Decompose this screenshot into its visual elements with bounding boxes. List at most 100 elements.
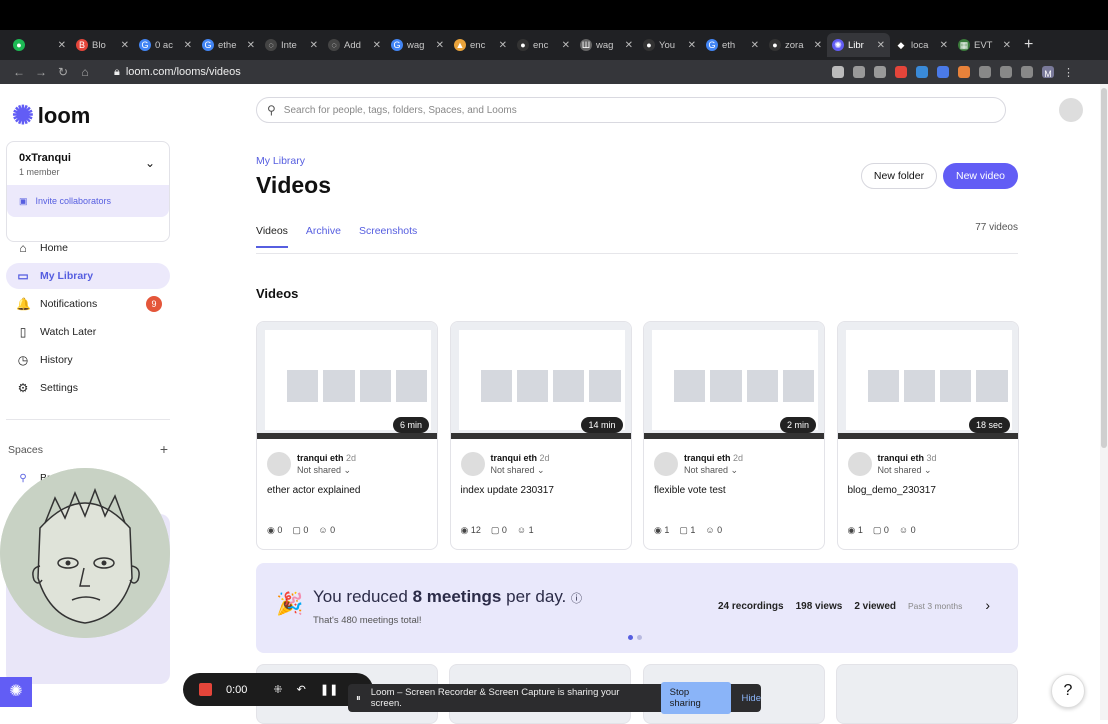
video-card[interactable] — [836, 664, 1018, 724]
carousel-dot[interactable] — [628, 635, 633, 640]
browser-tab[interactable]: ◌ Inte ✕ — [260, 33, 323, 57]
close-tab-icon[interactable]: ✕ — [436, 40, 444, 51]
sidebar-item-my-library[interactable]: ▭ My Library — [6, 263, 170, 289]
browser-tab[interactable]: ● enc ✕ — [512, 33, 575, 57]
extension-icon[interactable] — [958, 66, 970, 78]
browser-tab[interactable]: Шwag ✕ — [575, 33, 638, 57]
home-browser-icon[interactable]: ⌂ — [74, 65, 96, 79]
menu-icon[interactable]: ⋮ — [1063, 66, 1074, 79]
sidebar-item-notifications[interactable]: 🔔 Notifications 9 — [6, 291, 170, 317]
camera-bubble[interactable] — [0, 468, 170, 638]
extension-icon[interactable] — [916, 66, 928, 78]
browser-tab[interactable]: Gwag ✕ — [386, 33, 449, 57]
scrollbar-thumb[interactable] — [1101, 88, 1107, 448]
sharing-dropdown[interactable]: Not shared ⌄ — [878, 465, 937, 476]
add-space-icon[interactable]: + — [160, 441, 168, 457]
browser-tab[interactable]: ▲ enc ✕ — [449, 33, 512, 57]
video-title[interactable]: ether actor explained — [267, 485, 360, 496]
info-icon[interactable]: ⓘ — [571, 593, 582, 605]
back-icon[interactable]: ← — [8, 65, 30, 79]
video-title[interactable]: index update 230317 — [461, 485, 554, 496]
sidebar-item-watch-later[interactable]: ▯ Watch Later — [6, 319, 170, 345]
reload-icon[interactable]: ↻ — [52, 65, 74, 79]
close-tab-icon[interactable]: ✕ — [562, 40, 570, 51]
sidebar-item-settings[interactable]: ⚙ Settings — [6, 375, 170, 401]
hide-button[interactable]: Hide — [741, 693, 761, 704]
profile-avatar[interactable]: M — [1042, 66, 1054, 79]
page-scrollbar[interactable] — [1100, 84, 1108, 720]
browser-tab[interactable]: ● You ✕ — [638, 33, 701, 57]
sharing-dropdown[interactable]: Not shared ⌄ — [684, 465, 743, 476]
close-tab-icon[interactable]: ✕ — [877, 40, 885, 51]
close-tab-icon[interactable]: ✕ — [814, 40, 822, 51]
browser-tab[interactable]: ▦ EVT ✕ — [953, 33, 1016, 57]
close-tab-icon[interactable]: ✕ — [58, 40, 66, 51]
sidebar-item-home[interactable]: ⌂ Home — [6, 235, 170, 261]
tab-videos[interactable]: Videos — [256, 225, 288, 248]
help-button[interactable]: ? — [1051, 674, 1085, 708]
carousel-dot[interactable] — [637, 635, 642, 640]
new-folder-button[interactable]: New folder — [861, 163, 937, 189]
stop-sharing-button[interactable]: Stop sharing — [660, 682, 732, 714]
close-tab-icon[interactable]: ✕ — [499, 40, 507, 51]
user-avatar[interactable] — [1059, 98, 1083, 122]
browser-tab[interactable]: G 0 ac ✕ — [134, 33, 197, 57]
close-tab-icon[interactable]: ✕ — [310, 40, 318, 51]
video-card[interactable]: 6 min tranqui eth 2d Not shared ⌄ ether act… — [256, 321, 438, 550]
new-video-button[interactable]: New video — [943, 163, 1018, 189]
grid-icon[interactable]: ⁜ — [273, 683, 282, 696]
video-thumbnail[interactable]: 2 min — [644, 322, 824, 439]
star-icon[interactable] — [874, 66, 886, 78]
browser-tab[interactable]: ◌ Add ✕ — [323, 33, 386, 57]
sidepanel-icon[interactable] — [1021, 66, 1033, 78]
workspace-switcher[interactable]: 0xTranqui 1 member ⌄ ▣ Invite collaborat… — [6, 141, 170, 242]
puzzle-icon[interactable] — [979, 66, 991, 78]
loom-record-badge[interactable]: ✺ — [0, 677, 32, 707]
browser-tab[interactable]: ✺ Libr ✕ — [827, 33, 890, 57]
video-title[interactable]: flexible vote test — [654, 485, 726, 496]
video-card[interactable]: 14 min tranqui eth 2d Not shared ⌄ index up… — [449, 321, 632, 550]
extension-icon[interactable] — [1000, 66, 1012, 78]
close-tab-icon[interactable]: ✕ — [121, 40, 129, 51]
close-tab-icon[interactable]: ✕ — [751, 40, 759, 51]
chevron-right-icon[interactable]: › — [985, 597, 990, 613]
search-input[interactable]: ⚲ Search for people, tags, folders, Spac… — [256, 97, 1006, 123]
extension-icon[interactable] — [895, 66, 907, 78]
video-thumbnail[interactable]: 18 sec — [837, 322, 1018, 439]
sharing-dropdown[interactable]: Not shared ⌄ — [491, 465, 550, 476]
tab-screenshots[interactable]: Screenshots — [359, 225, 417, 248]
video-thumbnail[interactable]: 6 min — [257, 322, 437, 439]
forward-icon[interactable]: → — [30, 65, 52, 79]
close-tab-icon[interactable]: ✕ — [247, 40, 255, 51]
breadcrumb[interactable]: My Library — [256, 155, 305, 167]
close-tab-icon[interactable]: ✕ — [625, 40, 633, 51]
extension-icon[interactable] — [937, 66, 949, 78]
video-card[interactable]: 2 min tranqui eth 2d Not shared ⌄ flexible … — [643, 321, 825, 550]
browser-tab[interactable]: Geth ✕ — [701, 33, 764, 57]
video-thumbnail[interactable]: 14 min — [450, 322, 631, 439]
share-icon[interactable] — [853, 66, 865, 78]
invite-collaborators-button[interactable]: ▣ Invite collaborators — [7, 185, 169, 217]
close-tab-icon[interactable]: ✕ — [1003, 40, 1011, 51]
sharing-dropdown[interactable]: Not shared ⌄ — [297, 465, 356, 476]
browser-tab[interactable]: ● zora ✕ — [764, 33, 827, 57]
new-tab-button[interactable]: + — [1024, 36, 1033, 54]
stop-recording-button[interactable] — [199, 683, 212, 696]
sidebar-item-history[interactable]: ◷ History — [6, 347, 170, 373]
close-tab-icon[interactable]: ✕ — [688, 40, 696, 51]
close-tab-icon[interactable]: ✕ — [940, 40, 948, 51]
browser-tab[interactable]: B Blo ✕ — [71, 33, 134, 57]
camera-icon[interactable] — [832, 66, 844, 78]
video-card[interactable]: 18 sec tranqui eth 3d Not shared ⌄ blog_dem… — [836, 321, 1019, 550]
browser-tab[interactable]: ◆ loca ✕ — [890, 33, 953, 57]
undo-icon[interactable]: ↶ — [297, 683, 306, 696]
browser-tab[interactable]: ● ✕ — [8, 33, 71, 57]
browser-tab[interactable]: Gethe ✕ — [197, 33, 260, 57]
pause-icon[interactable]: ❚❚ — [320, 683, 338, 696]
tab-archive[interactable]: Archive — [306, 225, 341, 248]
loom-logo[interactable]: ✺ loom — [12, 100, 90, 131]
video-title[interactable]: blog_demo_230317 — [848, 485, 936, 496]
close-tab-icon[interactable]: ✕ — [373, 40, 381, 51]
address-bar[interactable]: 🔒︎ loom.com/looms/videos — [106, 62, 816, 82]
close-tab-icon[interactable]: ✕ — [184, 40, 192, 51]
